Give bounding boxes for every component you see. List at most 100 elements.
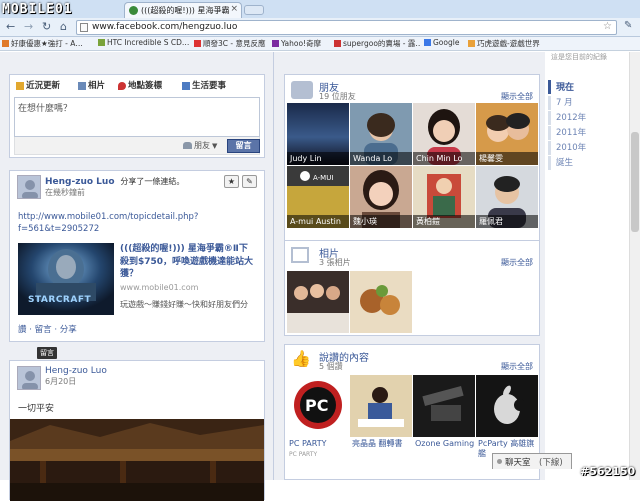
friends-header: 朋友 19 位朋友 顯示全部 — [289, 79, 537, 101]
friend-tile[interactable]: 羅佩君 — [476, 166, 538, 228]
story-timestamp[interactable]: 6月20日 — [45, 377, 76, 386]
story-actions: 讚 · 留言 · 分享 — [18, 325, 77, 335]
friend-tile[interactable]: Judy Lin — [287, 103, 349, 165]
browser-tab-bar: MOBILE01 (((超殺的喔!))) 星海爭霸 × — [0, 0, 640, 18]
apple-logo-icon — [476, 375, 538, 437]
friends-box: 朋友 19 位朋友 顯示全部 Judy Lin Wanda Lo Chin Mi… — [284, 74, 540, 252]
bookmark-item[interactable]: 順發3C - 意見反應 — [194, 38, 268, 50]
link-thumbnail[interactable]: STARCRAFT — [18, 243, 114, 315]
site-logo: MOBILE01 — [2, 2, 73, 17]
avatar[interactable] — [17, 175, 41, 199]
friend-tile[interactable]: Wanda Lo — [350, 103, 412, 165]
chat-bar[interactable]: 聊天室 (下線) — [492, 453, 572, 469]
game-logo-text: STARCRAFT — [28, 295, 92, 305]
story-status-update: Heng-zuo Luo 6月20日 一切平安 — [9, 360, 265, 501]
pencil-icon: ✎ — [246, 177, 253, 186]
friend-tile[interactable]: A-MUI A-mui Austin — [287, 166, 349, 228]
avatar[interactable] — [17, 366, 41, 390]
new-tab-button[interactable] — [244, 5, 264, 15]
friends-count: 19 位朋友 — [319, 92, 356, 101]
reload-icon[interactable]: ↻ — [42, 20, 51, 33]
browser-tab-active[interactable]: (((超殺的喔!))) 星海爭霸 × — [124, 2, 242, 18]
bookmark-item[interactable]: HTC Incredible S CD… — [98, 38, 190, 50]
home-icon[interactable]: ⌂ — [60, 20, 67, 33]
photos-box: 相片 3 張相片 顯示全部 — [284, 240, 540, 336]
like-link[interactable]: 讚 — [18, 325, 27, 335]
address-bar[interactable]: www.facebook.com/hengzuo.luo ☆ — [76, 20, 617, 35]
photos-see-all[interactable]: 顯示全部 — [501, 257, 533, 268]
browser-toolbar: ← → ↻ ⌂ www.facebook.com/hengzuo.luo ☆ ✎ — [0, 18, 640, 37]
bookmark-item[interactable]: supergoo的賣場 - 露… — [334, 38, 420, 50]
bookmark-item[interactable]: Google — [424, 38, 464, 50]
composer-tab-place[interactable]: 地點簽標 — [118, 79, 176, 93]
friend-tile[interactable]: 黃柏鎧 — [413, 166, 475, 228]
shared-url[interactable]: http://www.mobile01.com/topicdetail.php?… — [18, 211, 258, 235]
year-born[interactable]: 誕生 — [548, 156, 628, 170]
back-icon[interactable]: ← — [6, 20, 15, 33]
window-controls[interactable] — [578, 0, 638, 16]
share-link[interactable]: 分享 — [60, 325, 77, 335]
url-text: www.facebook.com/hengzuo.luo — [92, 22, 238, 32]
wrench-icon[interactable]: ✎ — [624, 20, 632, 31]
bookmark-item[interactable]: 巧虎遊戲-遊戲世界 — [468, 38, 548, 50]
star-icon: ★ — [227, 177, 236, 186]
status-photo[interactable] — [10, 419, 264, 501]
year-now[interactable]: 現在 — [548, 80, 628, 94]
year-2012[interactable]: 2012年 — [548, 111, 628, 125]
scrollbar-thumb[interactable] — [631, 132, 639, 232]
composer-tab-life-event[interactable]: 生活要事 — [182, 79, 252, 93]
group-photo — [287, 271, 349, 333]
friend-tile[interactable]: 楊馨雯 — [476, 103, 538, 165]
author-name[interactable]: Heng-zuo Luo — [45, 366, 107, 376]
status-input[interactable]: 在想什麼嗎？ — [14, 97, 260, 137]
link-preview[interactable]: STARCRAFT (((超殺的喔!))) 星海爭霸®Ⅱ下殺到$750，呼喚遊戲… — [18, 243, 258, 315]
photo-icon — [78, 81, 86, 90]
forward-icon[interactable]: → — [24, 20, 33, 33]
photo-thumbnail[interactable] — [287, 271, 349, 333]
tab-close-icon[interactable]: × — [230, 4, 238, 14]
liked-page-name[interactable]: PC PARTY — [289, 439, 349, 449]
year-july[interactable]: 7 月 — [548, 96, 628, 110]
liked-page-tile[interactable]: PC — [287, 375, 349, 437]
friend-name: 羅佩君 — [476, 215, 538, 228]
story-action: 分享了一條連結。 — [120, 177, 185, 186]
likes-count: 5 個讚 — [319, 362, 343, 371]
tab-title: (((超殺的喔!))) 星海爭霸 — [141, 6, 229, 15]
liked-page-tile[interactable] — [350, 375, 412, 437]
photo-thumbnail[interactable] — [350, 271, 412, 333]
author-name[interactable]: Heng-zuo Luo — [45, 177, 115, 187]
liked-page-tile[interactable] — [413, 375, 475, 437]
timeline-year-nav: 這是您目前的紀錄 現在 7 月 2012年 2011年 2010年 誕生 — [545, 52, 640, 480]
edit-button[interactable]: ✎ — [242, 175, 257, 188]
liked-page-name[interactable]: 亮晶晶 翻轉書 — [352, 439, 412, 449]
timeline-left-column: 近況更新 相片 地點簽標 生活要事 在想什麼嗎？ 朋友▼ 留言 Heng-zu — [0, 52, 274, 501]
bookmark-item[interactable]: Yahoo!奇摩 — [272, 38, 332, 50]
liked-page-name[interactable]: Ozone Gaming — [415, 439, 475, 449]
likes-see-all[interactable]: 顯示全部 — [501, 361, 533, 372]
comment-link[interactable]: 留言 — [35, 325, 52, 335]
liked-page-tile[interactable] — [476, 375, 538, 437]
bookmark-icon — [194, 40, 201, 47]
location-icon — [118, 81, 126, 90]
bookmark-item[interactable]: 好康優惠★強打 - A… — [2, 38, 94, 50]
friend-name: 魏小瑛 — [350, 215, 412, 228]
composer-tab-photo[interactable]: 相片 — [78, 79, 118, 93]
bookmark-star-icon[interactable]: ☆ — [603, 21, 612, 32]
scrollbar[interactable] — [629, 52, 640, 480]
composer-tab-status[interactable]: 近況更新 — [16, 79, 74, 93]
link-title[interactable]: (((超殺的喔!))) 星海爭霸®Ⅱ下殺到$750，呼喚遊戲機達能站大獲？ — [120, 243, 256, 281]
liked-page-photo — [413, 375, 475, 437]
privacy-selector[interactable]: 朋友 ▼ — [183, 140, 223, 152]
story-timestamp[interactable]: 在幾秒鐘前 — [45, 188, 85, 197]
friend-tile[interactable]: 魏小瑛 — [350, 166, 412, 228]
year-2010[interactable]: 2010年 — [548, 141, 628, 155]
friend-tile[interactable]: Chin Min Lo — [413, 103, 475, 165]
temple-photo — [10, 419, 264, 501]
bookmark-icon — [272, 40, 279, 47]
friends-icon — [291, 81, 313, 99]
watermark-text: #562150 — [580, 465, 636, 478]
year-2011[interactable]: 2011年 — [548, 126, 628, 140]
post-button[interactable]: 留言 — [227, 139, 260, 153]
star-button[interactable]: ★ — [224, 175, 239, 188]
friends-see-all[interactable]: 顯示全部 — [501, 91, 533, 102]
